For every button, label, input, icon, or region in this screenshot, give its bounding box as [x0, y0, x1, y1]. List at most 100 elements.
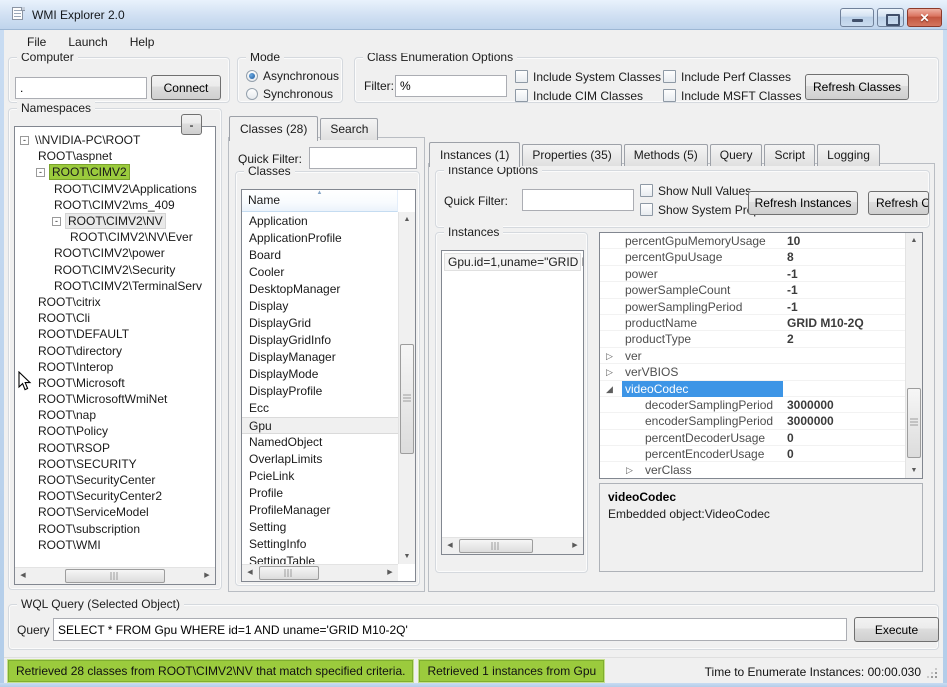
scroll-right-icon[interactable]: ▶ [567, 538, 583, 553]
expander-collapsed-icon[interactable]: ▷ [606, 350, 613, 362]
checkbox-icon[interactable] [663, 89, 676, 102]
class-list-item[interactable]: DesktopManager [242, 281, 398, 298]
tree-expander-icon[interactable]: - [20, 136, 29, 145]
expander-expanded-icon[interactable]: ◢ [606, 383, 613, 395]
class-list-item[interactable]: DisplayProfile [242, 383, 398, 400]
checkbox-icon[interactable] [663, 70, 676, 83]
tree-node[interactable]: ROOT\MicrosoftWmiNet [15, 391, 215, 407]
refresh-classes-button[interactable]: Refresh Classes [805, 74, 909, 100]
classes-column-header[interactable]: ▲ Name [242, 190, 398, 212]
mode-option-asynchronous[interactable]: Asynchronous [246, 69, 339, 83]
tree-node[interactable]: ROOT\WMI [15, 537, 215, 553]
checkbox-icon[interactable] [640, 203, 653, 216]
refresh-instances-button[interactable]: Refresh Instances [748, 191, 858, 215]
tab-properties-35-[interactable]: Properties (35) [522, 144, 621, 166]
property-grid-vscrollbar[interactable]: ▲ ▼ [905, 233, 922, 478]
class-list-item[interactable]: Ecc [242, 400, 398, 417]
tree-node[interactable]: ROOT\SecurityCenter2 [15, 488, 215, 504]
close-icon[interactable] [907, 8, 942, 27]
class-list-item[interactable]: DisplayManager [242, 349, 398, 366]
property-grid-row[interactable]: powerSampleCount-1 [600, 282, 905, 298]
tree-node[interactable]: ROOT\CIMV2\TerminalServ [15, 278, 215, 294]
scroll-thumb[interactable] [459, 539, 533, 553]
scroll-up-icon[interactable]: ▲ [906, 233, 922, 248]
checkbox-include-system-classes[interactable]: Include System Classes [515, 70, 663, 84]
scroll-up-icon[interactable]: ▲ [399, 212, 415, 227]
scroll-thumb[interactable] [65, 569, 165, 583]
execute-button[interactable]: Execute [854, 617, 939, 642]
classes-hscrollbar[interactable]: ◀ ▶ [242, 564, 398, 581]
checkbox-icon[interactable] [515, 70, 528, 83]
tree-node[interactable]: ROOT\CIMV2\power [15, 245, 215, 261]
connect-button[interactable]: Connect [151, 75, 221, 100]
tree-node[interactable]: ROOT\citrix [15, 294, 215, 310]
query-input[interactable] [53, 618, 847, 641]
tab-methods-5-[interactable]: Methods (5) [624, 144, 708, 166]
tree-node[interactable]: ROOT\CIMV2\Security [15, 262, 215, 278]
tree-expander-icon[interactable]: - [52, 217, 61, 226]
tab-logging[interactable]: Logging [817, 144, 880, 166]
expander-collapsed-icon[interactable]: ▷ [626, 464, 633, 476]
radio-icon[interactable] [246, 88, 258, 100]
scroll-thumb[interactable] [400, 344, 414, 454]
tab-classes-28-[interactable]: Classes (28) [229, 116, 318, 141]
checkbox-include-perf-classes[interactable]: Include Perf Classes [663, 70, 823, 84]
property-grid-row[interactable]: ▷ver [600, 348, 905, 364]
class-list-item[interactable]: SettingTable [242, 553, 398, 564]
class-list-item[interactable]: Profile [242, 485, 398, 502]
property-grid-row[interactable]: productNameGRID M10-2Q [600, 315, 905, 331]
refresh-object-button[interactable]: Refresh Ob [868, 191, 929, 215]
classes-vscrollbar[interactable]: ▲ ▼ [398, 212, 415, 564]
tree-node[interactable]: ROOT\RSOP [15, 440, 215, 456]
maximize-icon[interactable] [877, 8, 904, 27]
tree-hscrollbar[interactable]: ◀ ▶ [15, 567, 215, 584]
property-grid-row[interactable]: powerSamplingPeriod-1 [600, 299, 905, 315]
property-grid-row[interactable]: percentEncoderUsage0 [600, 446, 905, 462]
scroll-left-icon[interactable]: ◀ [242, 565, 258, 580]
scroll-right-icon[interactable]: ▶ [199, 568, 215, 583]
tree-node[interactable]: ROOT\Cli [15, 310, 215, 326]
tree-node[interactable]: ROOT\aspnet [15, 148, 215, 164]
tree-node[interactable]: ROOT\Policy [15, 423, 215, 439]
class-list-item[interactable]: ProfileManager [242, 502, 398, 519]
class-list-item[interactable]: SettingInfo [242, 536, 398, 553]
tab-search[interactable]: Search [320, 118, 378, 140]
scroll-left-icon[interactable]: ◀ [15, 568, 31, 583]
tree-node[interactable]: ROOT\CIMV2\Applications [15, 181, 215, 197]
tree-node[interactable]: -ROOT\CIMV2\NV [15, 213, 215, 229]
class-list-item[interactable]: DisplayGrid [242, 315, 398, 332]
class-list-item[interactable]: PcieLink [242, 468, 398, 485]
tab-script[interactable]: Script [764, 144, 815, 166]
checkbox-icon[interactable] [640, 184, 653, 197]
menu-item-launch[interactable]: Launch [57, 32, 118, 52]
scroll-right-icon[interactable]: ▶ [382, 565, 398, 580]
minimize-icon[interactable] [840, 8, 874, 27]
class-list-item[interactable]: Gpu [242, 417, 398, 434]
class-list-item[interactable]: ApplicationProfile [242, 230, 398, 247]
tree-node[interactable]: ROOT\ServiceModel [15, 504, 215, 520]
class-list-item[interactable]: Application [242, 213, 398, 230]
property-grid-row[interactable]: decoderSamplingPeriod3000000 [600, 397, 905, 413]
checkbox-include-msft-classes[interactable]: Include MSFT Classes [663, 89, 823, 103]
tree-node[interactable]: ROOT\subscription [15, 521, 215, 537]
class-list-item[interactable]: Setting [242, 519, 398, 536]
property-grid-row[interactable]: ▷verVBIOS [600, 364, 905, 380]
class-list-item[interactable]: Board [242, 247, 398, 264]
property-grid-row[interactable]: ▷verClass [600, 462, 905, 478]
scroll-thumb[interactable] [907, 388, 921, 458]
scroll-left-icon[interactable]: ◀ [442, 538, 458, 553]
instances-hscrollbar[interactable]: ◀ ▶ [442, 537, 583, 554]
property-grid-row[interactable]: percentDecoderUsage0 [600, 430, 905, 446]
property-grid-row[interactable]: percentGpuUsage8 [600, 249, 905, 265]
property-grid-row[interactable]: productType2 [600, 331, 905, 347]
tree-node[interactable]: ROOT\nap [15, 407, 215, 423]
tree-node[interactable]: ROOT\SecurityCenter [15, 472, 215, 488]
mode-option-synchronous[interactable]: Synchronous [246, 87, 339, 101]
tree-node[interactable]: -ROOT\CIMV2 [15, 164, 215, 180]
tree-expander-icon[interactable]: - [36, 168, 45, 177]
tree-node[interactable]: ROOT\SECURITY [15, 456, 215, 472]
computer-input[interactable] [15, 77, 147, 99]
instance-list-item[interactable]: Gpu.id=1,uname="GRID M10- [444, 253, 581, 271]
property-grid-row[interactable]: percentGpuMemoryUsage10 [600, 233, 905, 249]
property-grid-row[interactable]: power-1 [600, 266, 905, 282]
